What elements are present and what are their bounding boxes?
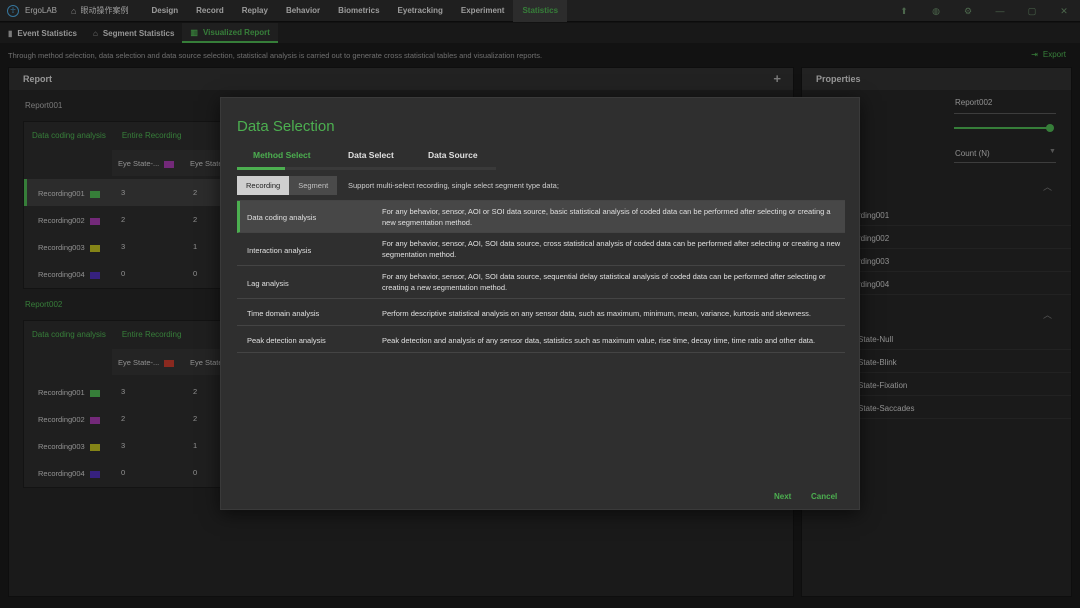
dialog-title: Data Selection xyxy=(237,118,335,135)
method-name: Peak detection analysis xyxy=(247,336,326,345)
method-name: Interaction analysis xyxy=(247,246,312,255)
method-name: Data coding analysis xyxy=(247,213,317,222)
segment-toggle-button[interactable]: Segment xyxy=(289,176,338,195)
method-description: Peak detection and analysis of any senso… xyxy=(382,336,816,345)
recording-segment-toggle: Recording Segment xyxy=(237,176,338,195)
method-name: Time domain analysis xyxy=(247,309,320,318)
tab-data-source[interactable]: Data Source xyxy=(428,150,478,160)
method-interaction[interactable]: Interaction analysis For any behavior, s… xyxy=(237,233,845,266)
selection-note: Support multi-select recording, single s… xyxy=(348,181,559,190)
method-peak-detection[interactable]: Peak detection analysis Peak detection a… xyxy=(237,326,845,353)
next-button[interactable]: Next xyxy=(774,492,791,501)
recording-toggle-button[interactable]: Recording xyxy=(237,176,290,195)
method-name: Lag analysis xyxy=(247,279,289,288)
data-selection-dialog: Data Selection Method Select Data Select… xyxy=(220,97,860,510)
method-description: Perform descriptive statistical analysis… xyxy=(382,309,811,318)
method-data-coding[interactable]: Data coding analysis For any behavior, s… xyxy=(237,201,845,233)
dialog-tabs: Method Select Data Select Data Source xyxy=(237,150,496,170)
method-lag[interactable]: Lag analysis For any behavior, sensor, A… xyxy=(237,266,845,299)
method-list: Data coding analysis For any behavior, s… xyxy=(237,200,845,353)
method-description: For any behavior, sensor, AOI, SOI data … xyxy=(382,239,841,259)
method-time-domain[interactable]: Time domain analysis Perform descriptive… xyxy=(237,299,845,326)
cancel-button[interactable]: Cancel xyxy=(811,492,837,501)
tab-data-select[interactable]: Data Select xyxy=(348,150,394,160)
method-description: For any behavior, sensor, AOI, SOI data … xyxy=(382,272,826,292)
tab-method-select[interactable]: Method Select xyxy=(253,150,311,160)
active-tab-underline xyxy=(237,167,285,170)
method-description: For any behavior, sensor, AOI or SOI dat… xyxy=(382,207,831,227)
